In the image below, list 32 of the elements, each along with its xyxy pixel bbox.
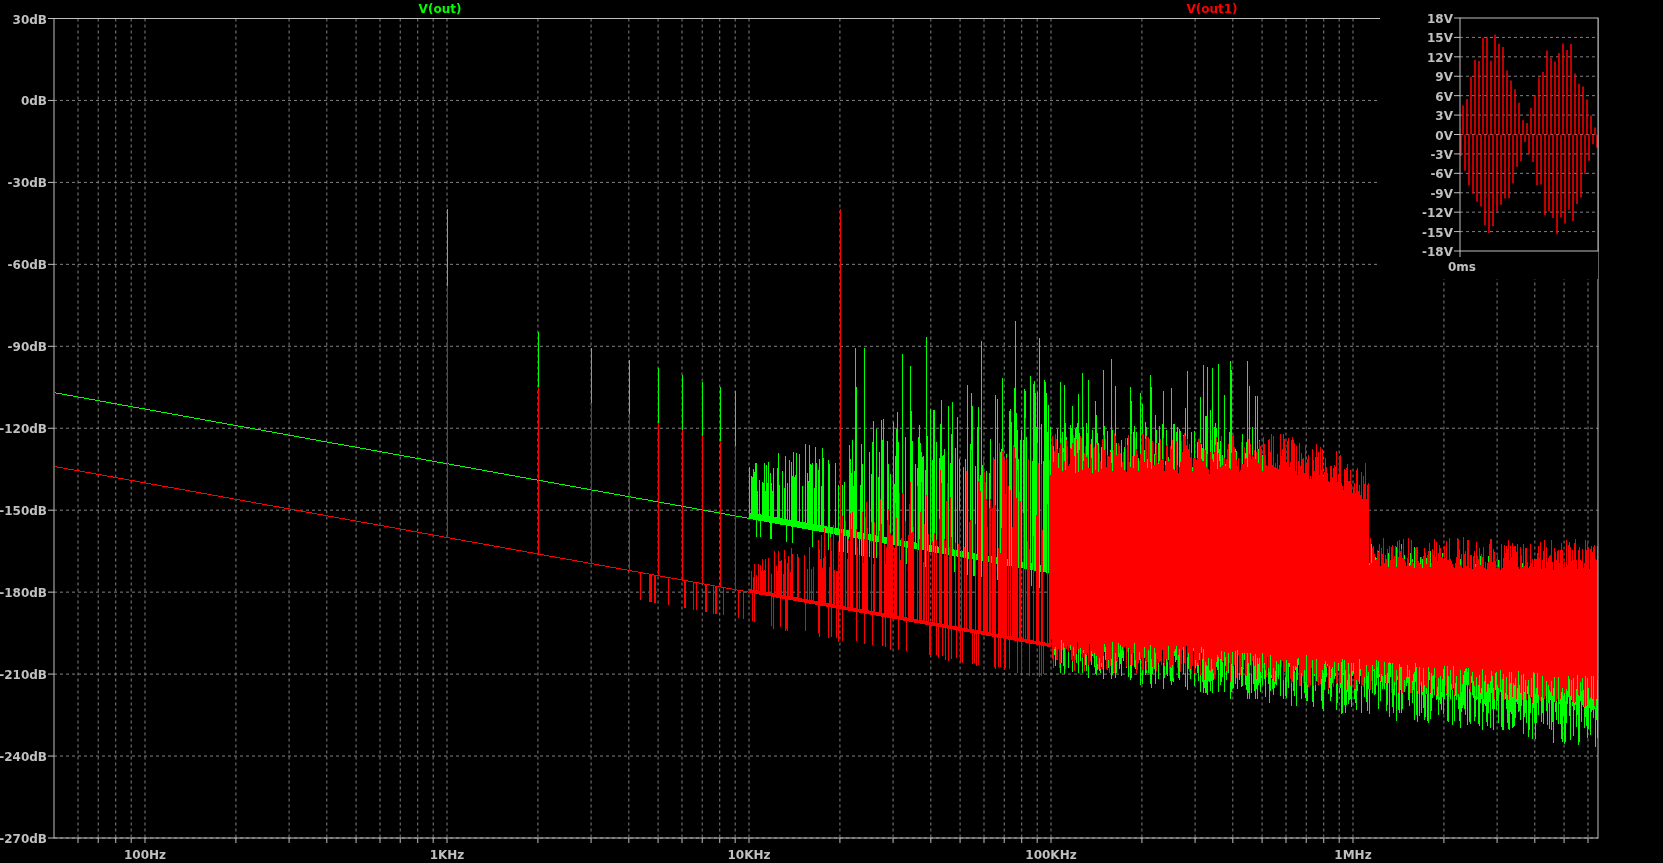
axis-label: -18V	[1422, 245, 1453, 259]
axis-label: 9V	[1435, 70, 1453, 85]
axis-label: 18V	[1427, 12, 1453, 26]
axis-label: 15V	[1427, 31, 1453, 46]
axis-label: -3V	[1430, 147, 1453, 162]
axis-label: 6V	[1435, 89, 1453, 104]
axis-label: -6V	[1430, 167, 1453, 182]
axis-label: -210dB	[0, 668, 47, 683]
axis-label: 100Hz	[123, 848, 167, 862]
axis-label: 1KHz	[429, 848, 465, 862]
axis-label: -9V	[1430, 186, 1453, 201]
axis-label: -60dB	[7, 258, 47, 273]
axis-label: 12V	[1427, 50, 1453, 65]
axis-label: -150dB	[0, 504, 47, 519]
axis-label: 1MHz	[1334, 848, 1372, 862]
axis-label: -120dB	[0, 422, 47, 437]
axis-label: 0ms	[1448, 260, 1476, 274]
axis-label: 100KHz	[1025, 848, 1077, 862]
axis-label: 3V	[1435, 109, 1453, 124]
axis-label: -270dB	[0, 832, 47, 846]
axis-label: -240dB	[0, 750, 47, 765]
axis-label: -90dB	[7, 340, 47, 355]
axis-label: 0dB	[20, 94, 47, 109]
trace-label: V(out)	[418, 2, 462, 16]
axis-label: -15V	[1422, 225, 1453, 240]
axis-label: 30dB	[12, 12, 47, 27]
axis-label: 0V	[1435, 128, 1453, 143]
axis-label: -180dB	[0, 586, 47, 601]
axis-label: 10KHz	[727, 848, 771, 862]
axis-label: -30dB	[7, 176, 47, 191]
axis-label: -12V	[1422, 206, 1453, 221]
trace-label: V(out1)	[1186, 2, 1238, 16]
